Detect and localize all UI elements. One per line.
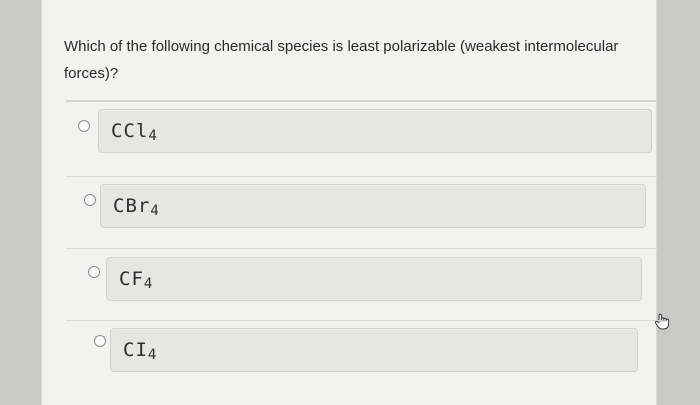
answer-label: CBr4	[113, 195, 160, 219]
answer-label: CI4	[123, 339, 158, 363]
divider	[66, 100, 658, 102]
answer-option-1[interactable]: CCl4	[98, 109, 652, 153]
radio-option-2[interactable]	[84, 194, 96, 206]
answer-option-3[interactable]: CF4	[106, 257, 642, 301]
divider	[66, 320, 658, 321]
radio-option-4[interactable]	[94, 335, 106, 347]
question-text: Which of the following chemical species …	[64, 38, 619, 82]
radio-option-3[interactable]	[88, 266, 100, 278]
answer-label: CF4	[119, 268, 154, 292]
question-card: Which of the following chemical species …	[41, 0, 670, 405]
divider	[66, 176, 658, 177]
radio-option-1[interactable]	[78, 120, 90, 132]
answer-option-4[interactable]: CI4	[110, 328, 638, 372]
divider	[66, 248, 658, 249]
answer-label: CCl4	[111, 120, 158, 144]
answer-option-2[interactable]: CBr4	[100, 184, 646, 228]
hand-pointer-icon	[654, 313, 670, 330]
